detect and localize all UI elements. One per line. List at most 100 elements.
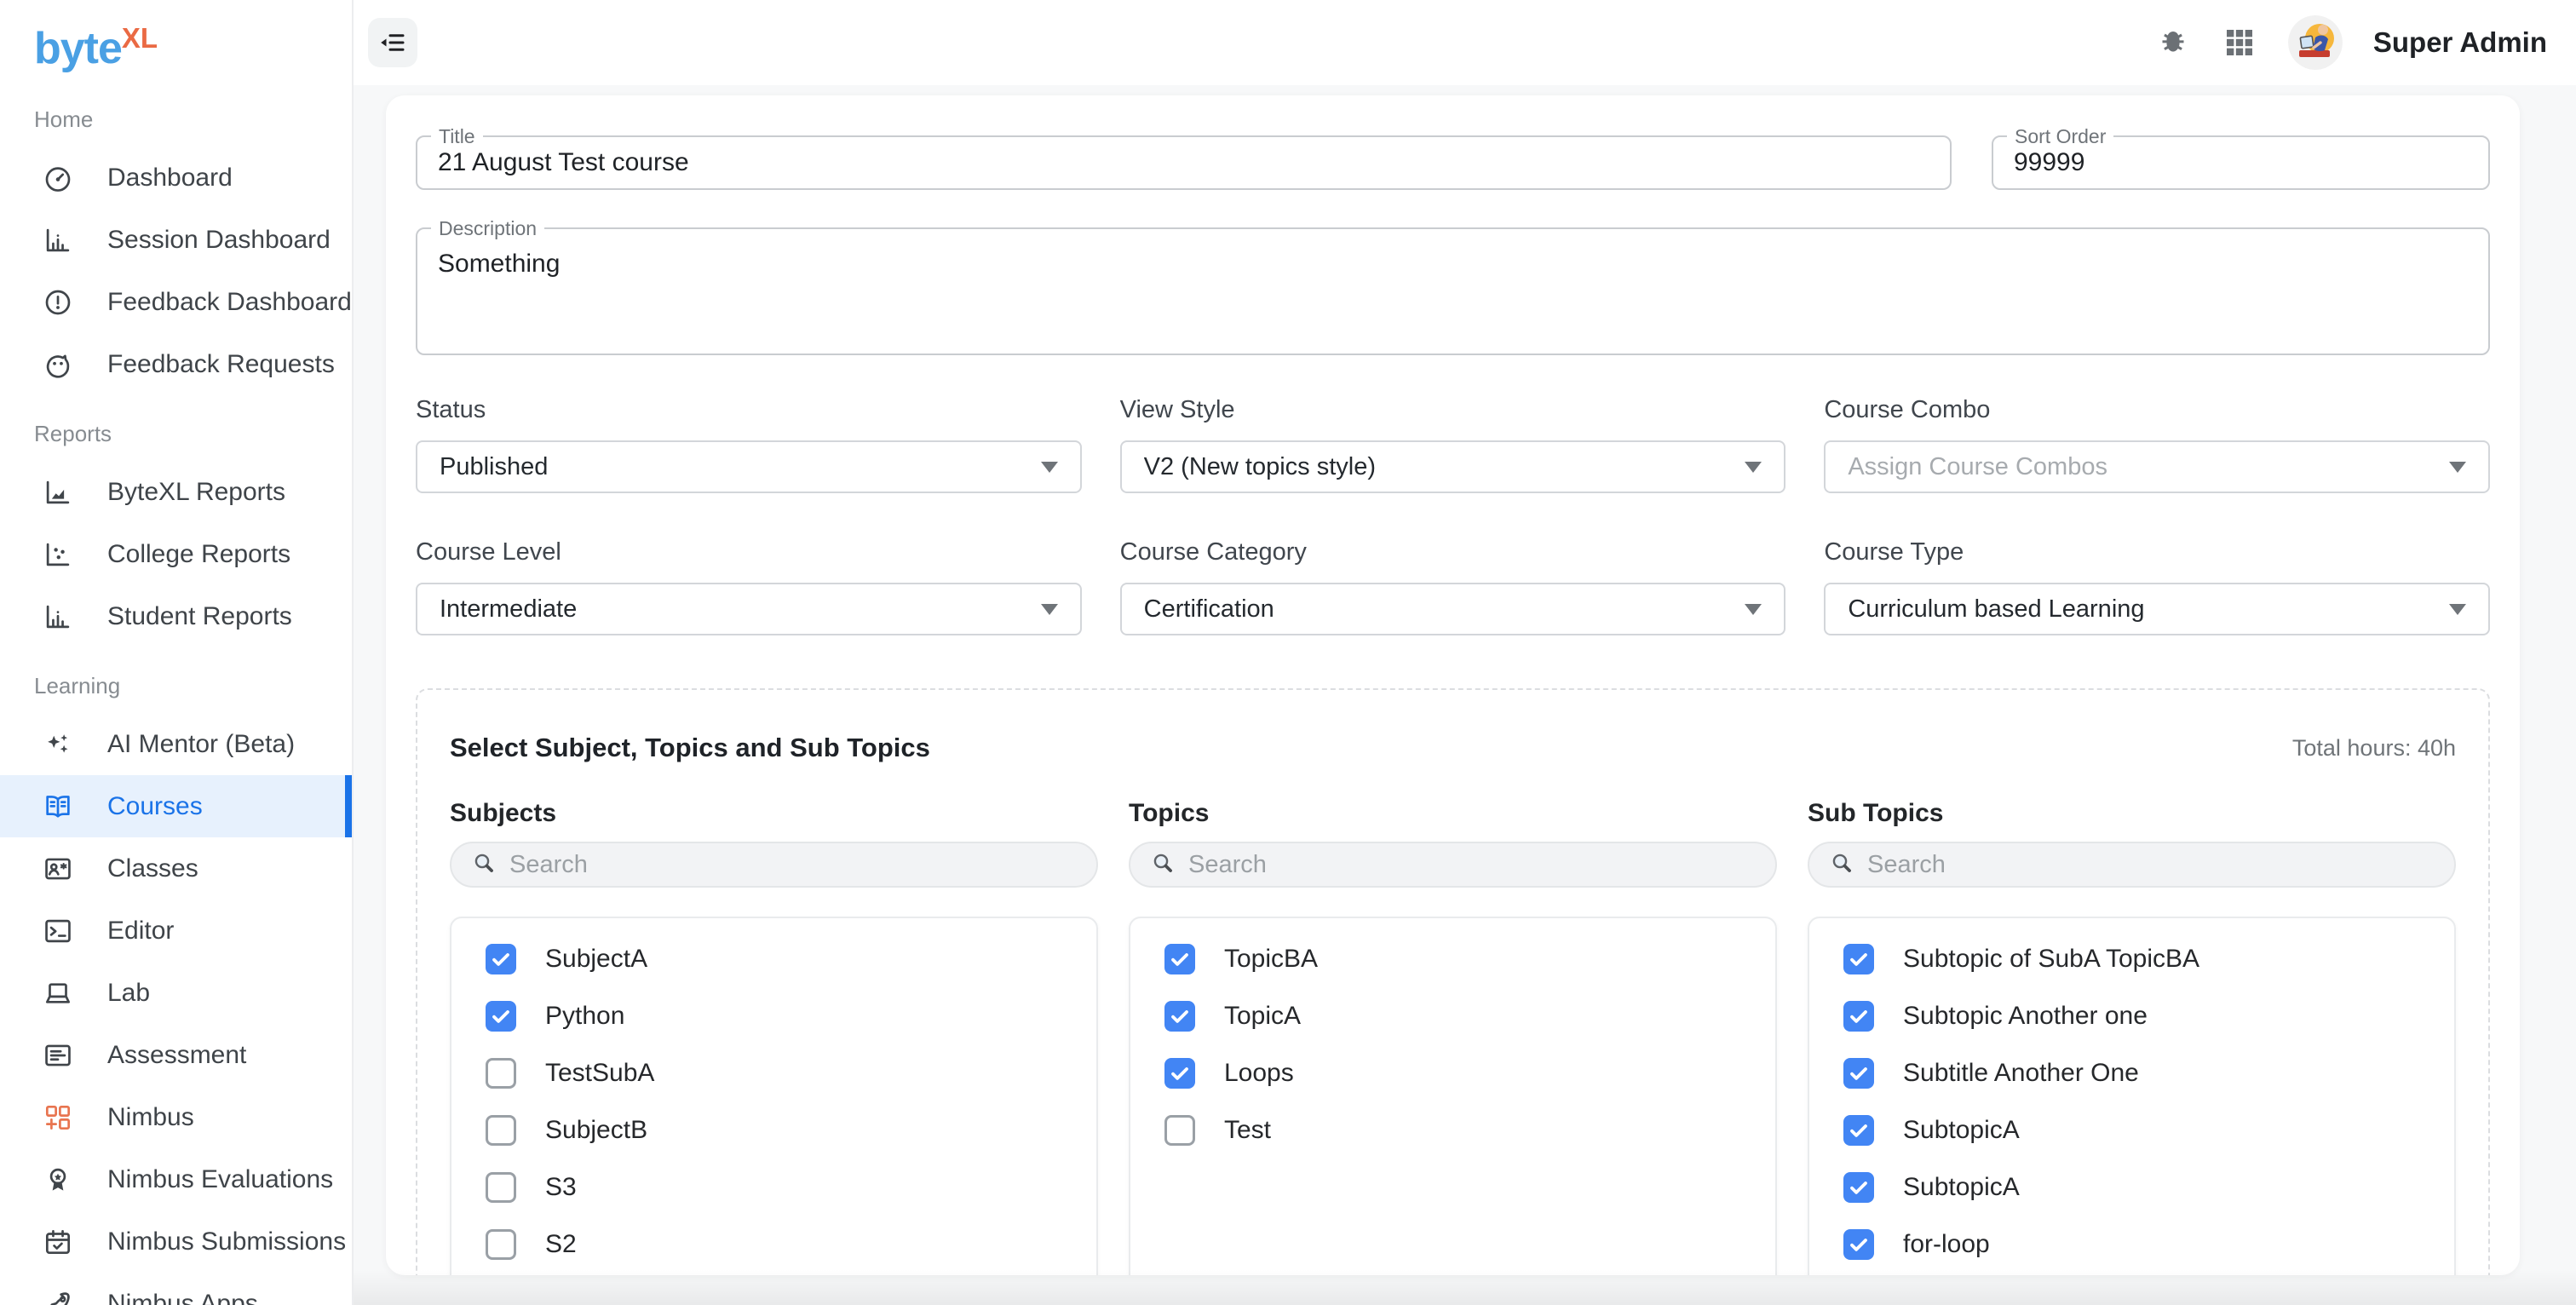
checkbox-row-subtopica[interactable]: SubtopicA	[1809, 1101, 2454, 1158]
title-input[interactable]	[417, 137, 1950, 188]
course-combo-select[interactable]: Assign Course Combos	[1824, 440, 2490, 493]
checkbox-unchecked-icon[interactable]	[486, 1172, 516, 1203]
sidebar-item-feedback-requests[interactable]: Feedback Requests	[0, 333, 352, 395]
course-category-select[interactable]: Certification	[1120, 583, 1786, 635]
sidebar-item-assessment[interactable]: Assessment	[0, 1024, 352, 1086]
course-level-select[interactable]: Intermediate	[416, 583, 1082, 635]
sidebar-item-courses[interactable]: Courses	[0, 775, 352, 837]
book-open-icon	[41, 790, 75, 824]
checkbox-unchecked-icon[interactable]	[1164, 1115, 1195, 1146]
user-name[interactable]: Super Admin	[2373, 26, 2547, 59]
checkbox-unchecked-icon[interactable]	[486, 1115, 516, 1146]
sidebar-item-feedback-dashboard[interactable]: Feedback Dashboard	[0, 271, 352, 333]
title-field-label: Title	[431, 124, 483, 148]
checkbox-checked-icon[interactable]	[1843, 1172, 1874, 1203]
checkbox-row-topica[interactable]: TopicA	[1130, 987, 1775, 1044]
checkbox-row-topicba[interactable]: TopicBA	[1130, 930, 1775, 987]
column-topics: TopicsTopicBATopicALoopsTest	[1129, 799, 1777, 1275]
checkbox-row-subtopica[interactable]: SubtopicA	[1809, 1158, 2454, 1216]
checkbox-row-subjecta[interactable]: SubjectA	[451, 930, 1096, 987]
search-input[interactable]	[1188, 851, 1757, 879]
checkbox-checked-icon[interactable]	[1843, 1115, 1874, 1146]
sidebar-item-editor[interactable]: Editor	[0, 900, 352, 962]
sidebar-item-student-reports[interactable]: Student Reports	[0, 585, 352, 647]
description-field-label: Description	[431, 216, 544, 240]
column-title: Sub Topics	[1808, 799, 2456, 830]
sidebar-item-nimbus-submissions[interactable]: Nimbus Submissions	[0, 1210, 352, 1273]
status-label: Status	[416, 396, 1082, 424]
sidebar-item-classes[interactable]: Classes	[0, 837, 352, 900]
search-input[interactable]	[509, 851, 1078, 879]
checkbox-checked-icon[interactable]	[1843, 1001, 1874, 1032]
sidebar-item-nimbus-apps[interactable]: Nimbus Apps	[0, 1273, 352, 1305]
sidebar-item-label: Nimbus Apps	[107, 1290, 258, 1305]
sidebar-item-label: Lab	[107, 979, 150, 1008]
status-select[interactable]: Published	[416, 440, 1082, 493]
checkbox-row-test[interactable]: Test	[1130, 1101, 1775, 1158]
checkbox-label: TopicA	[1224, 1002, 1301, 1031]
bug-report-icon[interactable]	[2155, 25, 2191, 60]
course-form-card: Title Sort Order Description Something S…	[386, 95, 2520, 1275]
checkbox-checked-icon[interactable]	[1843, 1058, 1874, 1089]
description-input[interactable]: Something	[417, 229, 2488, 354]
sidebar-item-lab[interactable]: Lab	[0, 962, 352, 1024]
sidebar-item-session-dashboard[interactable]: Session Dashboard	[0, 209, 352, 271]
search-input[interactable]	[1867, 851, 2435, 879]
calendar-check-icon	[41, 1225, 75, 1259]
sidebar-item-bytexl-reports[interactable]: ByteXL Reports	[0, 461, 352, 523]
sidebar-item-ai-mentor-beta[interactable]: AI Mentor (Beta)	[0, 713, 352, 775]
checkbox-row-s3[interactable]: S3	[451, 1158, 1096, 1216]
selection-columns: SubjectsSubjectAPythonTestSubASubjectBS3…	[450, 799, 2456, 1275]
sidebar-item-nimbus[interactable]: Nimbus	[0, 1086, 352, 1148]
checkbox-unchecked-icon[interactable]	[486, 1229, 516, 1260]
search-icon	[1828, 849, 1855, 881]
view-style-select[interactable]: V2 (New topics style)	[1120, 440, 1786, 493]
sidebar: byteXL HomeDashboardSession DashboardFee…	[0, 0, 354, 1305]
checkbox-row-subtopic-another-one[interactable]: Subtopic Another one	[1809, 987, 2454, 1044]
checkbox-label: Loops	[1224, 1059, 1294, 1088]
course-combo-placeholder: Assign Course Combos	[1848, 453, 2449, 481]
checkbox-row-for-loop[interactable]: for-loop	[1809, 1216, 2454, 1273]
collapse-sidebar-button[interactable]	[368, 18, 417, 67]
checkbox-row-subtopic-of-suba-topicba[interactable]: Subtopic of SubA TopicBA	[1809, 930, 2454, 987]
sidebar-item-label: Nimbus	[107, 1103, 194, 1132]
sidebar-section-learning: Learning	[0, 647, 352, 713]
sidebar-item-dashboard[interactable]: Dashboard	[0, 147, 352, 209]
checkbox-row-python[interactable]: Python	[451, 987, 1096, 1044]
course-type-select[interactable]: Curriculum based Learning	[1824, 583, 2490, 635]
search-icon	[1149, 849, 1176, 881]
checkbox-row-subjectb[interactable]: SubjectB	[451, 1101, 1096, 1158]
checkbox-row-s2[interactable]: S2	[451, 1216, 1096, 1273]
checkbox-row-testsuba[interactable]: TestSubA	[451, 1044, 1096, 1101]
checkbox-checked-icon[interactable]	[1843, 944, 1874, 974]
brand-logo-byte: byte	[34, 24, 122, 73]
speedometer-icon	[41, 161, 75, 195]
sidebar-nav: HomeDashboardSession DashboardFeedback D…	[0, 81, 352, 1305]
sidebar-item-label: Courses	[107, 792, 203, 821]
checkbox-label: S2	[545, 1230, 577, 1259]
checkbox-checked-icon[interactable]	[486, 944, 516, 974]
sidebar-item-label: Nimbus Evaluations	[107, 1165, 333, 1194]
apps-grid-icon[interactable]	[2222, 25, 2257, 60]
sort-order-field-label: Sort Order	[2007, 124, 2113, 148]
checkbox-label: Subtitle Another One	[1903, 1059, 2139, 1088]
checkbox-checked-icon[interactable]	[1164, 1058, 1195, 1089]
column-subjects: SubjectsSubjectAPythonTestSubASubjectBS3…	[450, 799, 1098, 1275]
title-field: Title	[416, 135, 1952, 190]
user-avatar[interactable]	[2288, 15, 2343, 70]
sidebar-item-label: Assessment	[107, 1041, 246, 1070]
checkbox-row-s1[interactable]: S1	[451, 1273, 1096, 1275]
checkbox-checked-icon[interactable]	[486, 1001, 516, 1032]
checkbox-row-loops[interactable]: Loops	[1130, 1044, 1775, 1101]
checkbox-row-subtitle-another-one[interactable]: Subtitle Another One	[1809, 1044, 2454, 1101]
sidebar-item-label: College Reports	[107, 540, 290, 569]
indent-decrease-icon	[377, 27, 408, 58]
checkbox-checked-icon[interactable]	[1164, 1001, 1195, 1032]
sidebar-item-college-reports[interactable]: College Reports	[0, 523, 352, 585]
checkbox-checked-icon[interactable]	[1843, 1229, 1874, 1260]
brand-logo[interactable]: byteXL	[0, 0, 352, 74]
checkbox-unchecked-icon[interactable]	[486, 1058, 516, 1089]
course-level-group: Course Level Intermediate	[416, 538, 1082, 635]
sidebar-item-nimbus-evaluations[interactable]: Nimbus Evaluations	[0, 1148, 352, 1210]
checkbox-checked-icon[interactable]	[1164, 944, 1195, 974]
